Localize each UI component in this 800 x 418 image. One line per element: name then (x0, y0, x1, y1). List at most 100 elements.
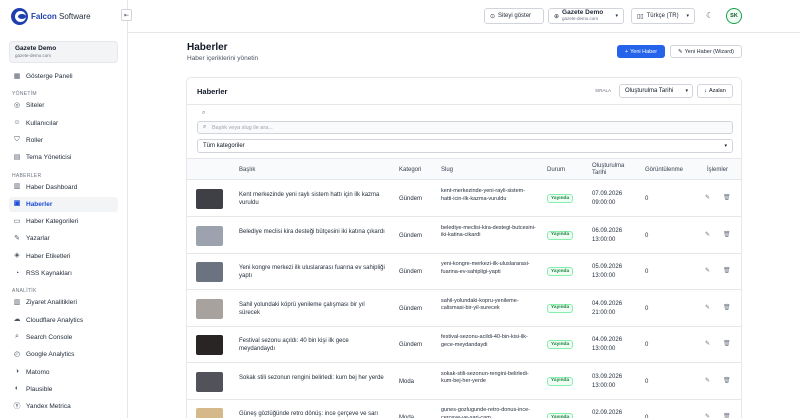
sidebar-item-yandex-metrica[interactable]: Ⓨ Yandex Metrica (9, 399, 118, 414)
news-card: Haberler SIRALA Oluşturulma Tarihi ▾ ↓ Aza… (186, 77, 742, 418)
col-header-title[interactable]: Başlık (239, 159, 255, 181)
nav-section-label: ANALİTİK (12, 288, 37, 295)
brand-logo[interactable]: Falcon Software (11, 7, 91, 25)
sidebar-item-label: Matomo (26, 368, 50, 376)
sidebar-item-roller[interactable]: ⛉ Roller (9, 133, 118, 148)
news-title[interactable]: Yeni kongre merkezi ilk uluslararası fua… (239, 264, 385, 280)
news-title[interactable]: Güneş gözlüğünde retro dönüş: ince çerçe… (239, 410, 385, 418)
trash-icon[interactable]: 🗑 (723, 413, 731, 418)
sort-direction-label: Azalan (708, 88, 726, 94)
new-news-wizard-button[interactable]: ✎ Yeni Haber (Wizard) (670, 45, 742, 58)
news-title[interactable]: Belediye meclisi kira desteği bütçesini … (239, 228, 385, 236)
trash-icon[interactable]: 🗑 (723, 340, 731, 347)
table-row[interactable]: Sahil yolundaki köprü yenileme çalışması… (187, 291, 741, 327)
site-card-domain: gazete-demo.com (15, 53, 52, 58)
user-avatar[interactable]: SK (726, 8, 742, 24)
sidebar-item-rss-kaynaklar-[interactable]: ◔ RSS Kaynakları (9, 266, 118, 281)
edit-icon[interactable]: ✎ (705, 377, 710, 384)
edit-icon[interactable]: ✎ (705, 340, 710, 347)
tag-icon: ◈ (14, 252, 20, 260)
current-site-card[interactable]: Gazete Demo gazete-demo.com (9, 41, 118, 63)
news-views: 0 (645, 378, 649, 385)
news-category: Moda (399, 415, 415, 418)
sidebar-item-siteler[interactable]: ◎ Siteler (9, 98, 118, 113)
view-site-button[interactable]: ⊙ Siteyi göster (484, 8, 544, 24)
chart-icon: ▥ (13, 183, 21, 190)
trash-icon[interactable]: 🗑 (723, 377, 731, 384)
sidebar-item-label: Google Analytics (26, 351, 75, 359)
table-row[interactable]: Sokak stili sezonun rengini belirledi: k… (187, 364, 741, 400)
sidebar-item-label: Plausible (26, 385, 53, 393)
newspaper-icon: ▣ (13, 200, 21, 208)
sidebar-item-tema-y-neticisi[interactable]: ▤ Tema Yöneticisi (9, 150, 118, 165)
sidebar-item-google-analytics[interactable]: ◴ Google Analytics (9, 347, 118, 362)
sidebar-item-label: Yazarlar (26, 235, 50, 243)
edit-icon[interactable]: ✎ (705, 304, 710, 311)
trash-icon[interactable]: 🗑 (723, 304, 731, 311)
dashboard-icon: ▦ (13, 72, 21, 80)
edit-icon[interactable]: ✎ (705, 194, 710, 201)
language-select[interactable]: ▯▯ Türkçe (TR) ▾ (631, 8, 695, 24)
search-input[interactable]: ⌕ Başlık veya slug ile ara... (197, 121, 733, 134)
table-row[interactable]: Festival sezonu açıldı: 40 bin kişi ilk … (187, 327, 741, 363)
edit-icon[interactable]: ✎ (705, 267, 710, 274)
sort-direction-button[interactable]: ↓ Azalan (697, 84, 733, 98)
sidebar-item-label: Haber Dashboard (26, 183, 78, 191)
trash-icon[interactable]: 🗑 (723, 194, 731, 201)
chevron-down-icon: ▾ (615, 13, 618, 19)
table-row[interactable]: Güneş gözlüğünde retro dönüş: ince çerçe… (187, 400, 741, 418)
sidebar-item-matomo[interactable]: ◑ Matomo (9, 365, 118, 380)
sidebar-item-haber-kategorileri[interactable]: ▭ Haber Kategorileri (9, 214, 118, 229)
trash-icon[interactable]: 🗑 (723, 231, 731, 238)
sidebar-item-plausible[interactable]: ◐ Plausible (9, 382, 118, 397)
sidebar-item-yazarlar[interactable]: ✎ Yazarlar (9, 231, 118, 246)
sort-field-select[interactable]: Oluşturulma Tarihi ▾ (619, 84, 693, 98)
page-subtitle: Haber içeriklerini yönetin (187, 55, 259, 62)
category-filter-select[interactable]: Tüm kategoriler ▾ (197, 139, 733, 153)
news-title[interactable]: Sokak stili sezonun rengini belirledi: k… (239, 374, 385, 382)
matomo-icon: ◑ (14, 368, 20, 375)
news-thumbnail (196, 371, 223, 392)
site-switcher[interactable]: ⊕ Gazete Demo gazete-demo.com ▾ (548, 8, 624, 24)
edit-icon[interactable]: ✎ (705, 413, 710, 418)
view-site-label: Siteyi göster (498, 13, 532, 19)
status-badge: Yayında (547, 376, 574, 386)
new-news-button[interactable]: + Yeni Haber (617, 45, 665, 58)
table-row[interactable]: Yeni kongre merkezi ilk uluslararası fua… (187, 254, 741, 290)
col-header-status[interactable]: Durum (547, 159, 565, 181)
sidebar-item-haber-dashboard[interactable]: ▥ Haber Dashboard (9, 180, 118, 195)
table-row[interactable]: Belediye meclisi kira desteği bütçesini … (187, 218, 741, 254)
sidebar-item-g-sterge-paneli[interactable]: ▦ Gösterge Paneli (9, 69, 118, 84)
table-row[interactable]: Kent merkezinde yeni raylı sistem hattı … (187, 181, 741, 217)
news-slug: gunes-gozlugunde-retro-donus-ince-cercev… (441, 407, 530, 418)
news-title[interactable]: Festival sezonu açıldı: 40 bin kişi ilk … (239, 337, 385, 353)
sidebar-item-cloudflare-analytics[interactable]: ☁ Cloudflare Analytics (9, 313, 118, 328)
sidebar-item-ziyaret-analitikleri[interactable]: ▥ Ziyaret Analitikleri (9, 295, 118, 310)
table-header: Başlık Kategori Slug Durum Oluşturulma T… (187, 158, 741, 181)
news-category: Gündem (399, 342, 423, 348)
news-category: Gündem (399, 269, 423, 275)
trash-icon[interactable]: 🗑 (723, 267, 731, 274)
sidebar-item-kullan-c-lar[interactable]: ☺ Kullanıcılar (9, 116, 118, 131)
edit-icon[interactable]: ✎ (705, 231, 710, 238)
col-header-views[interactable]: Görüntülenme (645, 159, 683, 181)
col-header-slug[interactable]: Slug (441, 159, 453, 181)
col-header-created[interactable]: Oluşturulma Tarihi (592, 159, 636, 181)
news-slug: belediye-meclisi-kira-destegi-butcesini-… (441, 224, 536, 239)
arrow-down-icon: ↓ (704, 88, 707, 94)
new-news-label: Yeni Haber (630, 48, 658, 55)
sidebar-item-haberler[interactable]: ▣ Haberler (9, 196, 118, 212)
moon-icon[interactable]: ☾ (706, 11, 713, 20)
sidebar-item-haber-etiketleri[interactable]: ◈ Haber Etiketleri (9, 249, 118, 264)
search-icon: ⌕ (202, 110, 206, 116)
card-divider (187, 104, 741, 105)
col-header-category[interactable]: Kategori (399, 159, 421, 181)
sidebar-item-search-console[interactable]: ⌕ Search Console (9, 330, 118, 345)
status-badge: Yayında (547, 194, 574, 203)
sidebar-item-label: Ziyaret Analitikleri (26, 299, 77, 307)
news-title[interactable]: Kent merkezinde yeni raylı sistem hattı … (239, 191, 385, 207)
news-thumbnail (196, 408, 223, 418)
news-title[interactable]: Sahil yolundaki köprü yenileme çalışması… (239, 301, 385, 317)
sidebar-item-label: Tema Yöneticisi (26, 154, 72, 162)
sidebar-collapse-button[interactable]: ⇤ (121, 9, 132, 21)
